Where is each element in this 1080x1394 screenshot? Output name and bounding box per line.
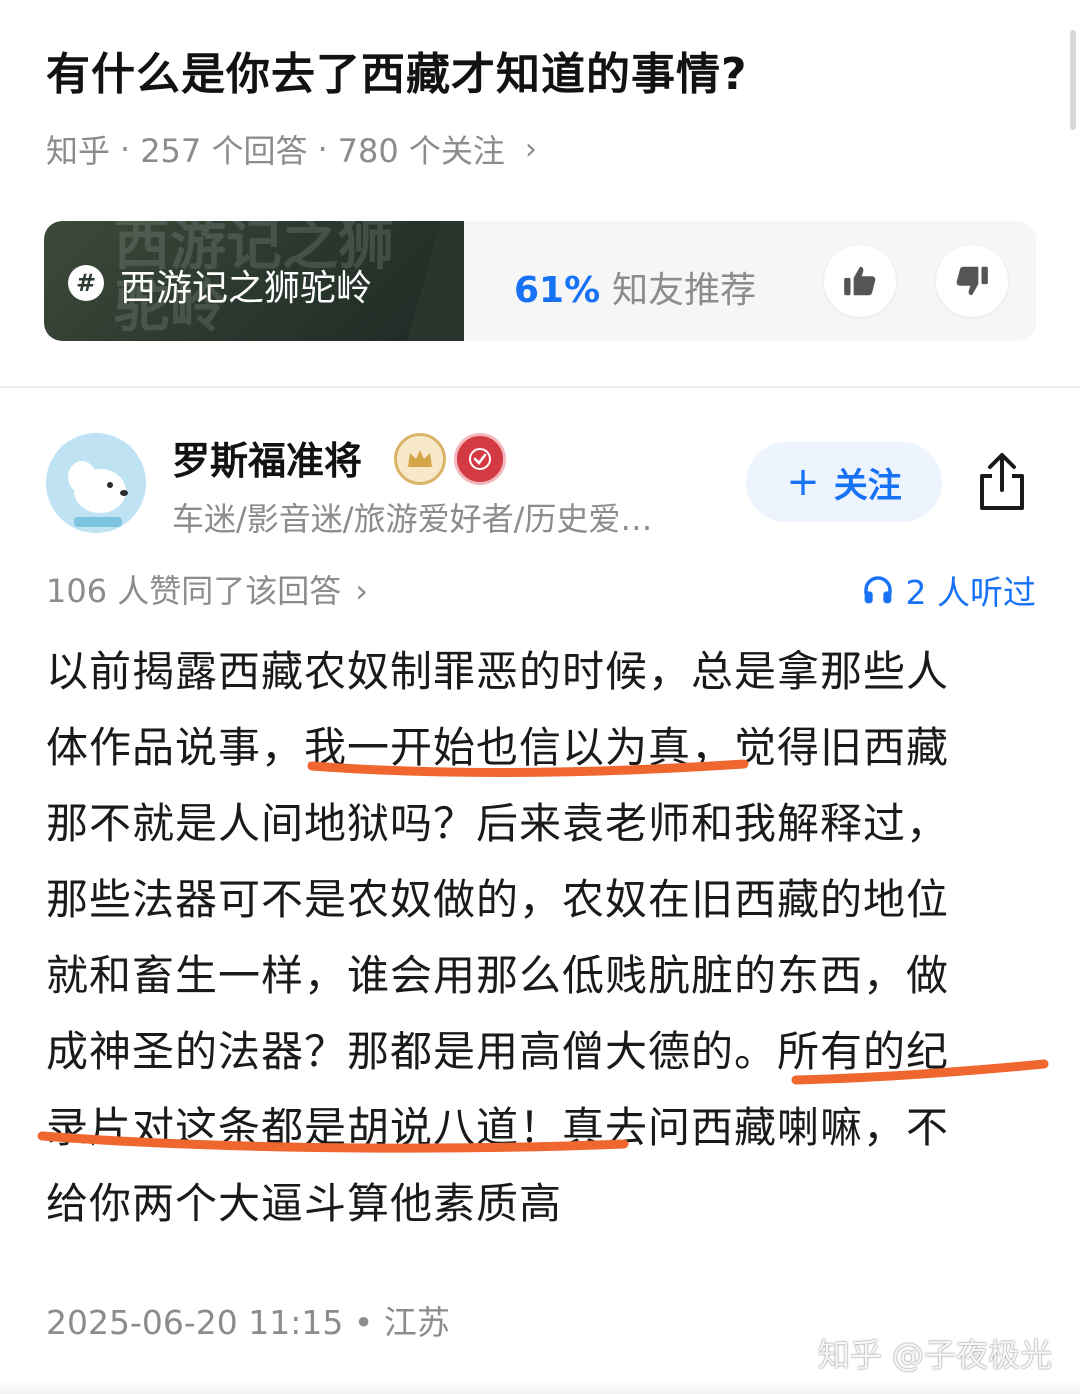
meta-separator: · xyxy=(317,130,328,168)
bottom-edge xyxy=(0,1380,1080,1394)
topic-recommend-bar: 西游记之狮驼岭 # 西游记之狮驼岭 61% 知友推荐 xyxy=(44,221,1036,341)
recommend-text: 知友推荐 xyxy=(612,270,757,311)
meta-separator: • xyxy=(353,1303,384,1342)
author-tags: 车迷/影音迷/旅游爱好者/历史爱… xyxy=(172,500,653,538)
hashtag-icon: # xyxy=(68,265,104,301)
follow-label: 关注 xyxy=(833,465,902,506)
thumb-up-icon xyxy=(844,266,876,296)
listen-text: 2 人听过 xyxy=(905,573,1037,612)
headphones-icon xyxy=(863,576,892,604)
answer-content: 以前揭露西藏农奴制罪恶的时候，总是拿那些人 体作品说事，我一开始也信以为真，觉得… xyxy=(46,634,1026,1242)
answer-line: 成神圣的法器？那都是用高僧大德的。所有的纪 xyxy=(46,1027,950,1076)
agree-count[interactable]: 106 人赞同了该回答 › xyxy=(46,566,368,612)
answer-line: 体作品说事，我一开始也信以为真，觉得旧西藏 xyxy=(46,723,950,772)
watermark: 知乎 @子夜极光 xyxy=(817,1336,1052,1374)
recommend-percent: 61% xyxy=(514,270,601,311)
recommend-stat: 61% 知友推荐 xyxy=(514,261,756,313)
check-icon xyxy=(469,448,491,470)
follow-button[interactable]: + 关注 xyxy=(746,442,942,522)
source-label: 知乎 xyxy=(46,132,111,170)
avatar-illustration xyxy=(46,433,146,533)
agree-text: 106 人赞同了该回答 xyxy=(46,572,342,610)
location-text: 江苏 xyxy=(383,1303,450,1342)
answer-line: 录片对这条都是胡说八道！真去问西藏喇嘛，不 xyxy=(46,1103,950,1152)
answer-timestamp: 2025-06-20 11:15 • 江苏 xyxy=(46,1296,450,1344)
crown-icon xyxy=(408,450,432,467)
question-meta[interactable]: 知乎 · 257 个回答 · 780 个关注 › xyxy=(46,126,537,172)
listen-count[interactable]: 2 人听过 xyxy=(862,566,1037,614)
plus-icon: + xyxy=(786,459,820,505)
follower-count: 780 个关注 xyxy=(337,132,505,170)
scrollbar[interactable] xyxy=(1070,30,1076,130)
crown-badge-icon[interactable] xyxy=(394,433,446,485)
thumb-down-icon xyxy=(956,266,988,296)
answer-page: 有什么是你去了西藏才知道的事情? 知乎 · 257 个回答 · 780 个关注 … xyxy=(0,0,1080,1394)
answer-line: 那些法器可不是农奴做的，农奴在旧西藏的地位 xyxy=(46,875,950,924)
author-name[interactable]: 罗斯福准将 xyxy=(172,430,362,485)
thumb-down-button[interactable] xyxy=(936,245,1008,317)
thumb-up-button[interactable] xyxy=(824,245,896,317)
answer-line: 那不就是人间地狱吗？后来袁老师和我解释过， xyxy=(46,799,950,848)
answer-line: 以前揭露西藏农奴制罪恶的时候，总是拿那些人 xyxy=(46,647,950,696)
author-avatar[interactable] xyxy=(46,433,146,533)
verified-badge-icon[interactable] xyxy=(454,433,506,485)
share-icon[interactable] xyxy=(972,450,1032,514)
topic-label: 西游记之狮驼岭 xyxy=(120,268,373,309)
answer-count: 257 个回答 xyxy=(140,132,308,170)
topic-pill[interactable]: 西游记之狮驼岭 # 西游记之狮驼岭 xyxy=(44,221,464,341)
answer-line: 就和畜生一样，谁会用那么低贱肮脏的东西，做 xyxy=(46,951,950,1000)
question-title[interactable]: 有什么是你去了西藏才知道的事情? xyxy=(46,38,748,102)
chevron-right-icon: › xyxy=(524,131,537,167)
section-divider xyxy=(0,386,1080,388)
answer-line: 给你两个大逼斗算他素质高 xyxy=(46,1179,563,1228)
meta-separator: · xyxy=(120,130,131,168)
timestamp-text: 2025-06-20 11:15 xyxy=(46,1303,344,1342)
chevron-right-icon: › xyxy=(355,572,369,610)
